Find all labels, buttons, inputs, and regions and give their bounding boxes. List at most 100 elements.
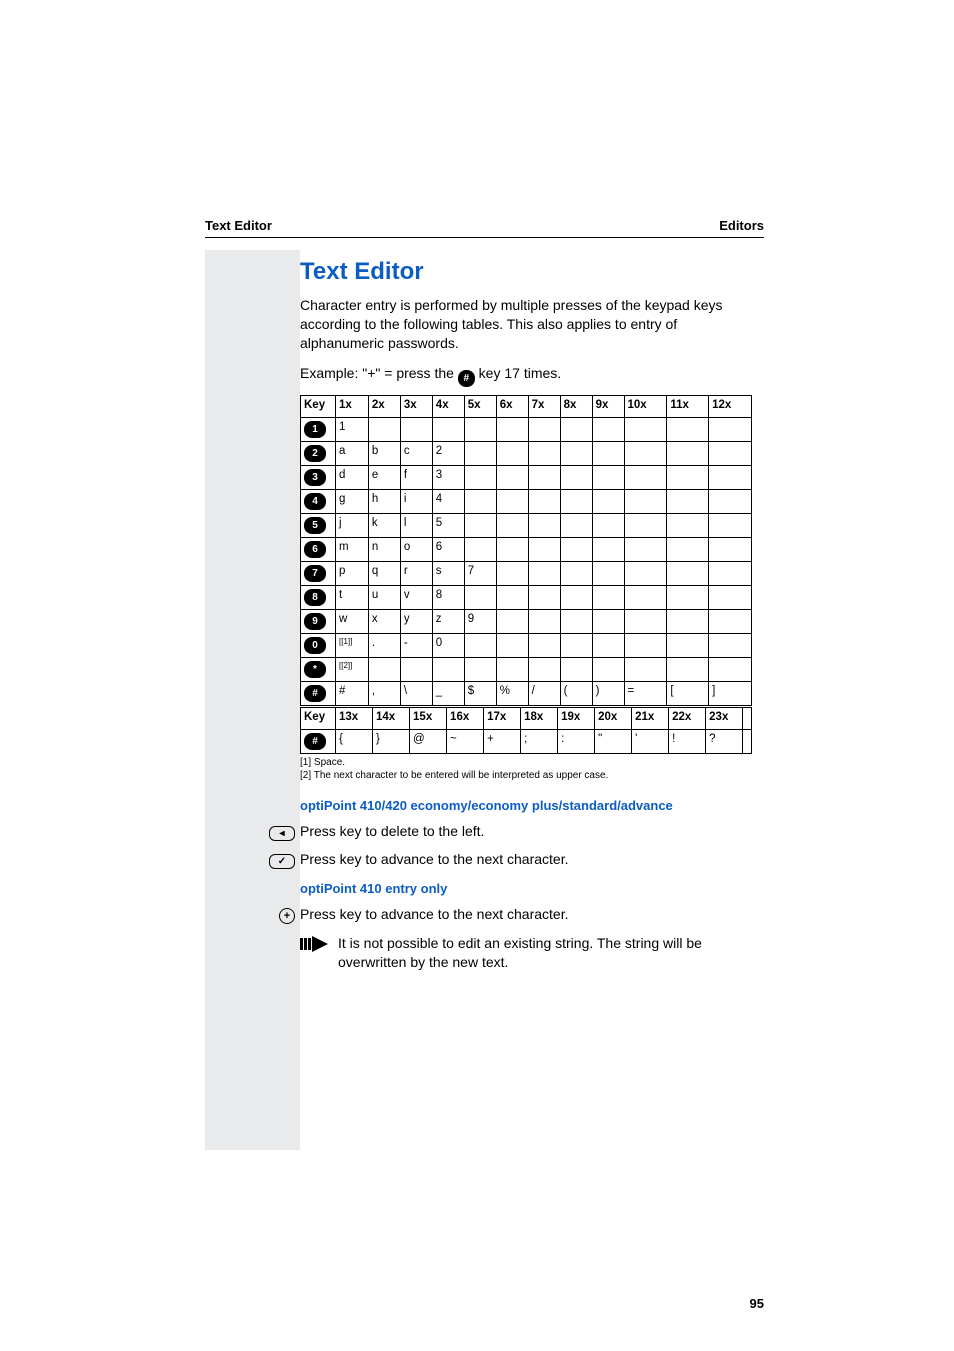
col-presses: 15x xyxy=(410,707,447,729)
keypad-key-icon: 1 xyxy=(304,421,326,438)
char-cell xyxy=(528,585,560,609)
keypad-key-icon: # xyxy=(304,733,326,750)
char-cell xyxy=(464,489,496,513)
char-cell xyxy=(496,633,528,657)
char-cell xyxy=(624,489,667,513)
char-cell xyxy=(400,657,432,681)
char-cell: 3 xyxy=(432,465,464,489)
char-cell: ! xyxy=(669,729,706,753)
key-cell: 9 xyxy=(301,609,336,633)
char-cell xyxy=(743,729,752,753)
char-cell xyxy=(496,609,528,633)
char-cell xyxy=(667,537,709,561)
col-presses: 8x xyxy=(560,395,592,417)
char-cell xyxy=(528,417,560,441)
example-prefix: Example: "+" = press the xyxy=(300,365,458,381)
char-cell xyxy=(496,585,528,609)
example-line: Example: "+" = press the # key 17 times. xyxy=(300,365,752,387)
char-cell: ) xyxy=(592,681,624,705)
table-row: *[[2]] xyxy=(301,657,752,681)
table-row: 11 xyxy=(301,417,752,441)
step-row: ✓ Press key to advance to the next chara… xyxy=(300,851,752,867)
char-cell xyxy=(496,561,528,585)
char-cell xyxy=(560,609,592,633)
keypad-key-icon: 9 xyxy=(304,613,326,630)
header-right: Editors xyxy=(719,218,764,233)
col-presses: 12x xyxy=(709,395,752,417)
key-cell: 6 xyxy=(301,537,336,561)
left-margin-column xyxy=(205,250,300,1150)
char-cell: z xyxy=(432,609,464,633)
char-cell xyxy=(464,465,496,489)
char-cell xyxy=(624,417,667,441)
col-presses: 18x xyxy=(521,707,558,729)
keypad-key-icon: * xyxy=(304,661,326,678)
keypad-key-icon: 8 xyxy=(304,589,326,606)
char-cell: m xyxy=(336,537,369,561)
char-cell xyxy=(560,489,592,513)
char-cell: c xyxy=(400,441,432,465)
char-cell: = xyxy=(624,681,667,705)
col-presses: 4x xyxy=(432,395,464,417)
col-presses: 6x xyxy=(496,395,528,417)
char-cell xyxy=(528,489,560,513)
col-presses: 2x xyxy=(368,395,400,417)
col-presses: 7x xyxy=(528,395,560,417)
char-cell: r xyxy=(400,561,432,585)
char-cell xyxy=(592,537,624,561)
key-cell: 5 xyxy=(301,513,336,537)
col-presses: 21x xyxy=(632,707,669,729)
example-suffix: key 17 times. xyxy=(475,365,561,381)
char-cell xyxy=(464,633,496,657)
char-cell: a xyxy=(336,441,369,465)
char-cell xyxy=(368,657,400,681)
char-cell: { xyxy=(336,729,373,753)
col-presses: 17x xyxy=(484,707,521,729)
char-cell xyxy=(624,657,667,681)
table-row: 0[[1]].-0 xyxy=(301,633,752,657)
char-cell xyxy=(432,657,464,681)
plus-key-icon: + xyxy=(279,908,295,924)
char-cell: _ xyxy=(432,681,464,705)
char-cell xyxy=(709,465,752,489)
char-cell xyxy=(667,657,709,681)
char-cell xyxy=(592,609,624,633)
note-block: It is not possible to edit an existing s… xyxy=(300,934,752,972)
col-presses: 22x xyxy=(669,707,706,729)
char-cell: u xyxy=(368,585,400,609)
char-cell: w xyxy=(336,609,369,633)
key-cell: * xyxy=(301,657,336,681)
key-cell: 4 xyxy=(301,489,336,513)
key-cell: 1 xyxy=(301,417,336,441)
char-cell xyxy=(709,489,752,513)
col-presses: 11x xyxy=(667,395,709,417)
char-cell xyxy=(560,465,592,489)
char-cell: o xyxy=(400,537,432,561)
char-cell: i xyxy=(400,489,432,513)
char-cell: ] xyxy=(709,681,752,705)
char-cell xyxy=(592,441,624,465)
col-presses: 10x xyxy=(624,395,667,417)
keypad-key-icon: 2 xyxy=(304,445,326,462)
char-cell xyxy=(667,441,709,465)
char-cell xyxy=(667,513,709,537)
char-cell xyxy=(667,489,709,513)
header-left: Text Editor xyxy=(205,218,272,233)
footnotes: [1] Space. [2] The next character to be … xyxy=(300,756,752,782)
char-cell xyxy=(528,561,560,585)
char-cell xyxy=(709,513,752,537)
char-cell: : xyxy=(558,729,595,753)
char-cell: @ xyxy=(410,729,447,753)
char-cell xyxy=(496,441,528,465)
step-text: Press key to advance to the next charact… xyxy=(300,906,568,922)
char-cell: 9 xyxy=(464,609,496,633)
char-cell: e xyxy=(368,465,400,489)
col-presses: 5x xyxy=(464,395,496,417)
char-cell xyxy=(528,513,560,537)
char-cell: q xyxy=(368,561,400,585)
char-cell: ( xyxy=(560,681,592,705)
char-cell xyxy=(667,417,709,441)
char-cell xyxy=(496,513,528,537)
char-cell: n xyxy=(368,537,400,561)
note-arrow-icon xyxy=(300,934,328,956)
